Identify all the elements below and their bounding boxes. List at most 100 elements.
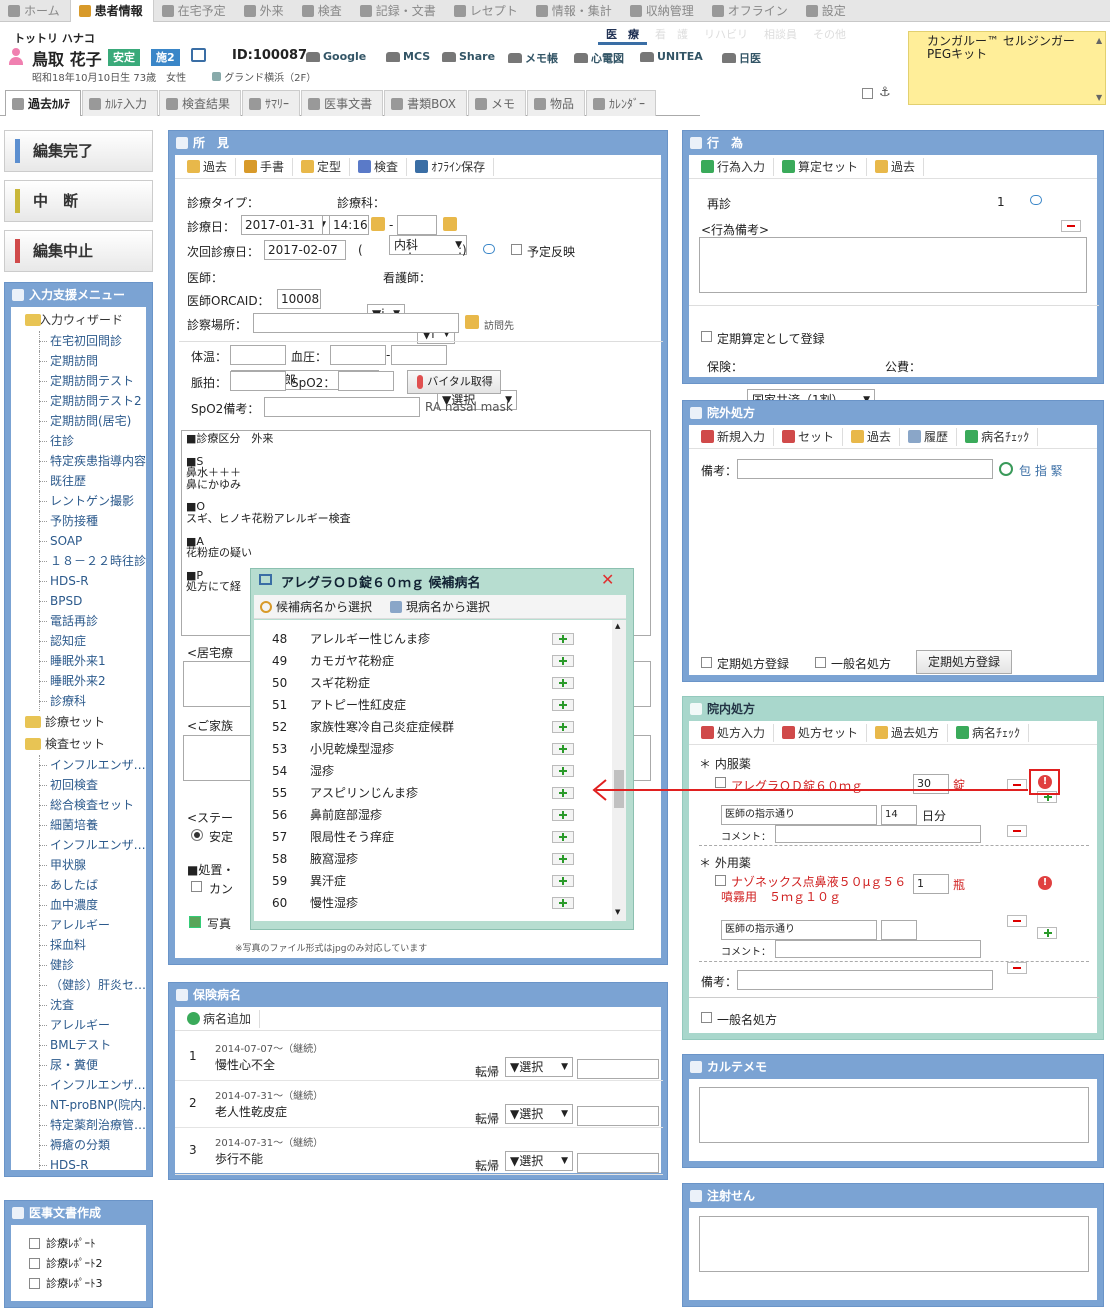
- wizard-item[interactable]: 睡眠外来1: [11, 651, 146, 671]
- memo-scroll-down-icon[interactable]: ▼: [1096, 93, 1102, 102]
- act-remove-button[interactable]: [1061, 220, 1081, 232]
- drug2-instruction-field[interactable]: 医師の指示通り: [721, 920, 877, 940]
- tab-3[interactable]: ｻﾏﾘｰ: [242, 90, 301, 116]
- act-comment-icon[interactable]: [1030, 195, 1042, 205]
- toolbar-button-1[interactable]: 手書: [236, 157, 294, 176]
- search-icon[interactable]: [999, 462, 1013, 476]
- toolbar-button-1[interactable]: 処方セット: [774, 723, 868, 742]
- tab-8[interactable]: ｶﾚﾝﾀﾞｰ: [586, 90, 657, 116]
- doc-item[interactable]: 診療ﾚﾎﾟｰﾄ3: [29, 1273, 146, 1293]
- exam-set-item[interactable]: 尿・糞便: [11, 1055, 146, 1075]
- anchor-icon[interactable]: ⚓: [879, 85, 891, 100]
- list-item[interactable]: 49 カモガヤ花粉症: [254, 650, 610, 672]
- dept-tab-3[interactable]: 相談員: [756, 27, 805, 45]
- memo-scroll-up-icon[interactable]: ▲: [1096, 36, 1102, 45]
- toolbar-button-2[interactable]: 過去: [843, 427, 901, 446]
- date-field[interactable]: 2017-01-31: [241, 215, 323, 235]
- list-item[interactable]: 54 湿疹: [254, 760, 610, 782]
- exam-set-item[interactable]: 採血料: [11, 935, 146, 955]
- wizard-item[interactable]: 在宅初回問診: [11, 331, 146, 351]
- doc-checkbox[interactable]: [29, 1237, 40, 1249]
- wizard-item[interactable]: HDS-R: [11, 571, 146, 591]
- outcome-date-field[interactable]: [577, 1059, 659, 1079]
- outcome-select[interactable]: ▼選択: [505, 1057, 573, 1077]
- add-disease-icon[interactable]: [552, 853, 574, 865]
- wizard-item[interactable]: 定期訪問テスト2: [11, 391, 146, 411]
- nav-patient-info[interactable]: 患者情報: [69, 0, 154, 22]
- exam-set-item[interactable]: 血中濃度: [11, 895, 146, 915]
- exam-set-item[interactable]: HDS-R: [11, 1155, 146, 1170]
- doc-checkbox[interactable]: [29, 1257, 40, 1269]
- list-item[interactable]: 60 慢性湿疹: [254, 892, 610, 914]
- regular-rx-button[interactable]: 定期処方登録: [916, 650, 1012, 674]
- dept-select[interactable]: 内科: [389, 235, 467, 255]
- add-disease-icon[interactable]: [552, 831, 574, 843]
- exam-set-item[interactable]: 細菌培養: [11, 815, 146, 835]
- exam-set-folder[interactable]: 検査セット: [11, 733, 146, 755]
- inside-generic-checkbox[interactable]: [701, 1012, 712, 1023]
- toolbar-button-2[interactable]: 過去: [867, 157, 925, 176]
- set-folder[interactable]: 診療セット: [11, 711, 146, 733]
- drug2-qty-field[interactable]: 1: [913, 874, 949, 894]
- toolbar-button-2[interactable]: 過去処方: [867, 723, 949, 742]
- outcome-date-field[interactable]: [577, 1106, 659, 1126]
- add-disease-icon[interactable]: [552, 721, 574, 733]
- nav-stats[interactable]: 情報・集計: [528, 0, 622, 22]
- injection-textarea[interactable]: [699, 1216, 1089, 1272]
- add-disease-icon[interactable]: [552, 787, 574, 799]
- dept-tab-4[interactable]: その他: [805, 27, 854, 45]
- exam-set-item[interactable]: インフルエンザ…: [11, 755, 146, 775]
- nav-home[interactable]: ホーム: [0, 0, 70, 22]
- nav-exam[interactable]: 検査: [294, 0, 352, 22]
- exam-set-item[interactable]: 褥瘡の分類: [11, 1135, 146, 1155]
- wizard-item[interactable]: 特定疾患指導内容: [11, 451, 146, 471]
- bp-high-field[interactable]: [330, 345, 386, 365]
- outside-rx-flags[interactable]: 包 指 緊: [1019, 462, 1063, 479]
- link-mcs[interactable]: MCS: [386, 50, 430, 63]
- wizard-item[interactable]: SOAP: [11, 531, 146, 551]
- nav-receipt[interactable]: レセプト: [446, 0, 528, 22]
- toolbar-button-2[interactable]: 定型: [293, 157, 351, 176]
- wizard-item[interactable]: BPSD: [11, 591, 146, 611]
- wizard-item[interactable]: 睡眠外来2: [11, 671, 146, 691]
- nav-outpatient[interactable]: 外来: [236, 0, 294, 22]
- toolbar-button-3[interactable]: 履歴: [900, 427, 958, 446]
- home-care-textarea[interactable]: [183, 661, 253, 707]
- wizard-item[interactable]: 定期訪問テスト: [11, 371, 146, 391]
- wizard-item[interactable]: レントゲン撮影: [11, 491, 146, 511]
- inside-note-field[interactable]: [737, 970, 993, 990]
- edit-pen-icon-2[interactable]: [443, 217, 457, 231]
- wizard-item[interactable]: 予防接種: [11, 511, 146, 531]
- family-textarea[interactable]: [183, 735, 253, 781]
- drug1-comment-field[interactable]: [775, 825, 981, 843]
- add-disease-button[interactable]: 病名追加: [179, 1009, 261, 1028]
- bp-low-field[interactable]: [391, 345, 447, 365]
- close-icon[interactable]: ✕: [601, 572, 617, 588]
- doc-checkbox[interactable]: [29, 1277, 40, 1289]
- spo2-field[interactable]: [338, 371, 394, 391]
- list-item[interactable]: 48 アレルギー性じんま疹: [254, 628, 610, 650]
- dept-tab-1[interactable]: 看 護: [647, 27, 696, 45]
- list-item[interactable]: 57 限局性そう痒症: [254, 826, 610, 848]
- regular-calc-checkbox[interactable]: [701, 331, 712, 342]
- link-日医[interactable]: 日医: [722, 50, 761, 66]
- tab-1[interactable]: ｶﾙﾃ入力: [82, 90, 159, 116]
- toolbar-button-0[interactable]: 行為入力: [693, 157, 775, 176]
- dept-tab-2[interactable]: リハビリ: [696, 27, 756, 45]
- wizard-item[interactable]: 往診: [11, 431, 146, 451]
- add-disease-icon[interactable]: [552, 897, 574, 909]
- list-item[interactable]: 55 アスピリンじんま疹: [254, 782, 610, 804]
- tab-5[interactable]: 書類BOX: [384, 90, 467, 116]
- nav-home-visit[interactable]: 在宅予定: [154, 0, 236, 22]
- drug1-remove-button[interactable]: [1007, 825, 1027, 837]
- comment-bubble-icon[interactable]: [483, 244, 495, 254]
- add-disease-icon[interactable]: [552, 875, 574, 887]
- add-disease-icon[interactable]: [552, 743, 574, 755]
- drug1-instruction-field[interactable]: 医師の指示通り: [721, 805, 877, 825]
- generic-rx-checkbox[interactable]: [815, 657, 826, 668]
- reflect-checkbox[interactable]: [511, 244, 522, 255]
- add-disease-icon[interactable]: [552, 655, 574, 667]
- add-disease-icon[interactable]: [552, 699, 574, 711]
- list-item[interactable]: 53 小児乾燥型湿疹: [254, 738, 610, 760]
- tab-4[interactable]: 医事文書: [301, 90, 384, 116]
